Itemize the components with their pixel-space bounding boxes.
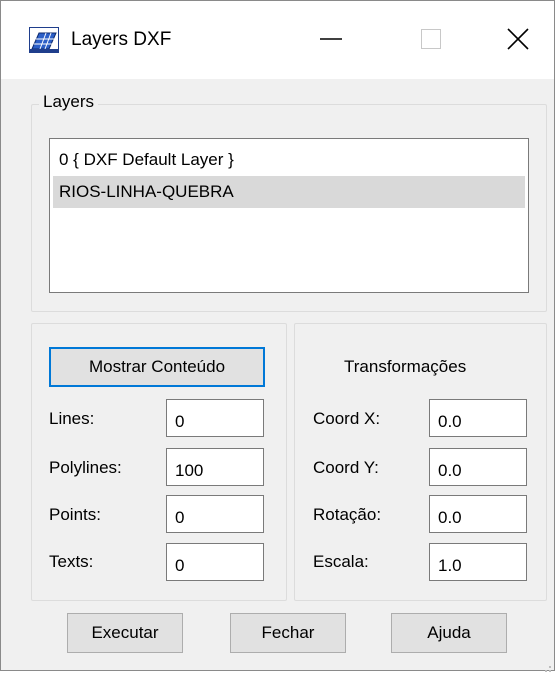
texts-label: Texts:: [49, 552, 94, 571]
polylines-label: Polylines:: [49, 458, 122, 477]
minimize-button[interactable]: [301, 15, 361, 63]
rotation-label: Rotação:: [313, 505, 382, 524]
rotation-field[interactable]: [429, 495, 527, 533]
polylines-field[interactable]: [166, 448, 264, 486]
points-label: Points:: [49, 505, 101, 524]
scale-field[interactable]: [429, 543, 527, 581]
help-button[interactable]: Ajuda: [391, 613, 507, 653]
minimize-icon: [320, 37, 342, 41]
window-title: Layers DXF: [71, 29, 172, 50]
layers-group-legend: Layers: [39, 92, 99, 112]
layers-dxf-window: Layers DXF Layers 0 { DXF Default Layer …: [0, 0, 555, 672]
layers-listbox[interactable]: 0 { DXF Default Layer } RIOS-LINHA-QUEBR…: [49, 138, 529, 293]
execute-button[interactable]: Executar: [67, 613, 183, 653]
close-dialog-button[interactable]: Fechar: [230, 613, 346, 653]
lines-label: Lines:: [49, 409, 95, 428]
coord-y-label: Coord Y:: [313, 458, 379, 477]
scale-label: Escala:: [313, 552, 369, 571]
coord-x-label: Coord X:: [313, 409, 381, 428]
lines-field[interactable]: [166, 399, 264, 437]
title-bar[interactable]: Layers DXF: [1, 1, 554, 79]
maximize-icon: [421, 29, 441, 49]
points-field[interactable]: [166, 495, 264, 533]
coord-x-field[interactable]: [429, 399, 527, 437]
grid-layers-icon: [29, 27, 59, 53]
texts-field[interactable]: [166, 543, 264, 581]
maximize-button: [401, 15, 461, 63]
coord-y-field[interactable]: [429, 448, 527, 486]
transform-heading: Transformações: [344, 357, 467, 376]
show-content-button[interactable]: Mostrar Conteúdo: [49, 347, 265, 387]
resize-grip-icon[interactable]: [542, 658, 552, 672]
layer-item-rios-linha-quebra[interactable]: RIOS-LINHA-QUEBRA: [53, 176, 525, 208]
close-button[interactable]: [488, 15, 548, 63]
layer-item-default[interactable]: 0 { DXF Default Layer }: [53, 144, 525, 176]
close-icon: [507, 28, 529, 50]
